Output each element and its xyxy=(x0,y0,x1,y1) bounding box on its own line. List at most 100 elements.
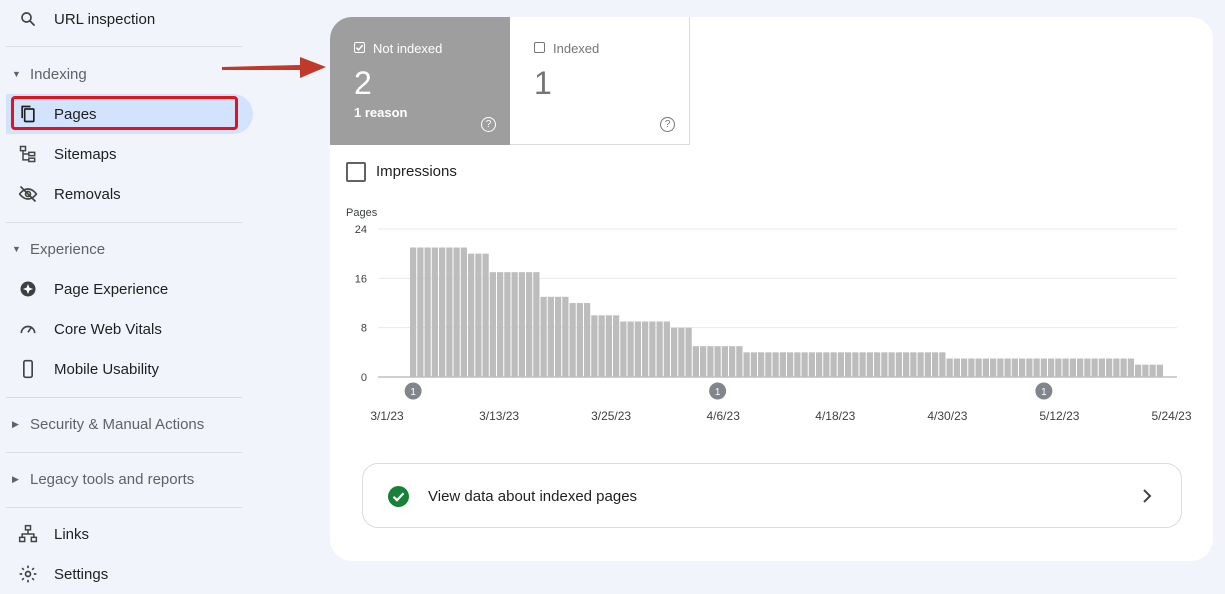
chart-bar[interactable] xyxy=(584,303,591,377)
chart-bar[interactable] xyxy=(1120,358,1127,378)
chart-bar[interactable] xyxy=(634,321,641,378)
chart-bar[interactable] xyxy=(1135,364,1142,377)
chart-bar[interactable] xyxy=(816,352,823,377)
chart-bar[interactable] xyxy=(721,346,728,377)
chart-bar[interactable] xyxy=(953,358,960,378)
chart-bar[interactable] xyxy=(460,247,467,378)
sidebar-item-page-experience[interactable]: Page Experience xyxy=(6,271,242,307)
chart-bar[interactable] xyxy=(482,253,489,377)
chart-bar[interactable] xyxy=(801,352,808,377)
checkbox-checked-icon[interactable] xyxy=(354,42,365,53)
impressions-label[interactable]: Impressions xyxy=(376,163,457,180)
chart-bar[interactable] xyxy=(750,352,757,377)
chart-bar[interactable] xyxy=(1091,358,1098,378)
chart-bar[interactable] xyxy=(671,327,678,377)
impressions-checkbox[interactable] xyxy=(346,162,366,182)
chart-bar[interactable] xyxy=(736,346,743,377)
chart-bar[interactable] xyxy=(1048,358,1055,378)
chart-bar[interactable] xyxy=(743,352,750,377)
chart-bar[interactable] xyxy=(1156,364,1163,377)
chart-bar[interactable] xyxy=(758,352,765,377)
sidebar-item-sitemaps[interactable]: Sitemaps xyxy=(6,136,242,172)
chart-bar[interactable] xyxy=(845,352,852,377)
chart-bar[interactable] xyxy=(794,352,801,377)
chart-bar[interactable] xyxy=(511,272,518,377)
chart-bar[interactable] xyxy=(526,272,533,377)
chart-bar[interactable] xyxy=(1142,364,1149,377)
section-legacy[interactable]: ▶ Legacy tools and reports xyxy=(0,464,242,494)
help-icon[interactable]: ? xyxy=(481,117,496,132)
chart-bar[interactable] xyxy=(939,352,946,377)
chart-bar[interactable] xyxy=(417,247,424,378)
chart-bar[interactable] xyxy=(1149,364,1156,377)
chart-bar[interactable] xyxy=(685,327,692,377)
chart-bar[interactable] xyxy=(453,247,460,378)
annotation-marker[interactable]: 1 xyxy=(709,382,727,400)
chart-bar[interactable] xyxy=(649,321,656,378)
chart-bar[interactable] xyxy=(562,296,569,377)
chart-bar[interactable] xyxy=(1106,358,1113,378)
chart-bar[interactable] xyxy=(881,352,888,377)
tile-not-indexed[interactable]: Not indexed 2 1 reason ? xyxy=(330,17,510,145)
chart-bar[interactable] xyxy=(591,315,598,377)
chart-bar[interactable] xyxy=(540,296,547,377)
chart-bar[interactable] xyxy=(779,352,786,377)
chart-bar[interactable] xyxy=(1127,358,1134,378)
chart-bar[interactable] xyxy=(547,296,554,377)
chart-bar[interactable] xyxy=(997,358,1004,378)
section-security[interactable]: ▶ Security & Manual Actions xyxy=(0,409,242,439)
checkbox-icon[interactable] xyxy=(534,42,545,53)
chart-bar[interactable] xyxy=(961,358,968,378)
chart-bar[interactable] xyxy=(613,315,620,377)
chart-bar[interactable] xyxy=(569,303,576,377)
chart-bar[interactable] xyxy=(975,358,982,378)
chart-bar[interactable] xyxy=(787,352,794,377)
chart-bar[interactable] xyxy=(917,352,924,377)
chart-bar[interactable] xyxy=(859,352,866,377)
chart-bar[interactable] xyxy=(968,358,975,378)
view-indexed-pages-link[interactable]: View data about indexed pages xyxy=(362,463,1182,528)
chart-bar[interactable] xyxy=(475,253,482,377)
sidebar-item-removals[interactable]: Removals xyxy=(6,176,242,212)
chart-bar[interactable] xyxy=(1026,358,1033,378)
chart-bar[interactable] xyxy=(627,321,634,378)
chart-bar[interactable] xyxy=(1040,358,1047,378)
chart-bar[interactable] xyxy=(700,346,707,377)
chart-bar[interactable] xyxy=(504,272,511,377)
chart-bar[interactable] xyxy=(656,321,663,378)
chart-bar[interactable] xyxy=(1077,358,1084,378)
chart-bar[interactable] xyxy=(1098,358,1105,378)
chart-bar[interactable] xyxy=(439,247,446,378)
chart-bar[interactable] xyxy=(924,352,931,377)
chart-bar[interactable] xyxy=(946,358,953,378)
chart-bar[interactable] xyxy=(410,247,417,378)
chart-bar[interactable] xyxy=(903,352,910,377)
chart-bar[interactable] xyxy=(830,352,837,377)
chart-bar[interactable] xyxy=(1033,358,1040,378)
tile-indexed[interactable]: Indexed 1 ? xyxy=(510,17,690,145)
annotation-marker[interactable]: 1 xyxy=(1035,382,1053,400)
chart-bar[interactable] xyxy=(852,352,859,377)
chart-bar[interactable] xyxy=(837,352,844,377)
sidebar-item-links[interactable]: Links xyxy=(6,516,242,552)
chart-bar[interactable] xyxy=(678,327,685,377)
chart-bar[interactable] xyxy=(866,352,873,377)
chart-bar[interactable] xyxy=(1019,358,1026,378)
chart-bar[interactable] xyxy=(518,272,525,377)
sidebar-item-mobile-usability[interactable]: Mobile Usability xyxy=(6,351,242,387)
chart-bar[interactable] xyxy=(446,247,453,378)
annotation-marker[interactable]: 1 xyxy=(404,382,422,400)
chart-bar[interactable] xyxy=(808,352,815,377)
section-indexing[interactable]: ▼ Indexing xyxy=(0,59,242,89)
sidebar-item-core-web-vitals[interactable]: Core Web Vitals xyxy=(6,311,242,347)
chart-bar[interactable] xyxy=(555,296,562,377)
chart-bar[interactable] xyxy=(431,247,438,378)
chart-bar[interactable] xyxy=(692,346,699,377)
chart-bar[interactable] xyxy=(663,321,670,378)
chart-bar[interactable] xyxy=(932,352,939,377)
chart-bar[interactable] xyxy=(1069,358,1076,378)
section-experience[interactable]: ▼ Experience xyxy=(0,234,242,264)
chart-bar[interactable] xyxy=(533,272,540,377)
chart-bar[interactable] xyxy=(714,346,721,377)
chart-bar[interactable] xyxy=(1055,358,1062,378)
